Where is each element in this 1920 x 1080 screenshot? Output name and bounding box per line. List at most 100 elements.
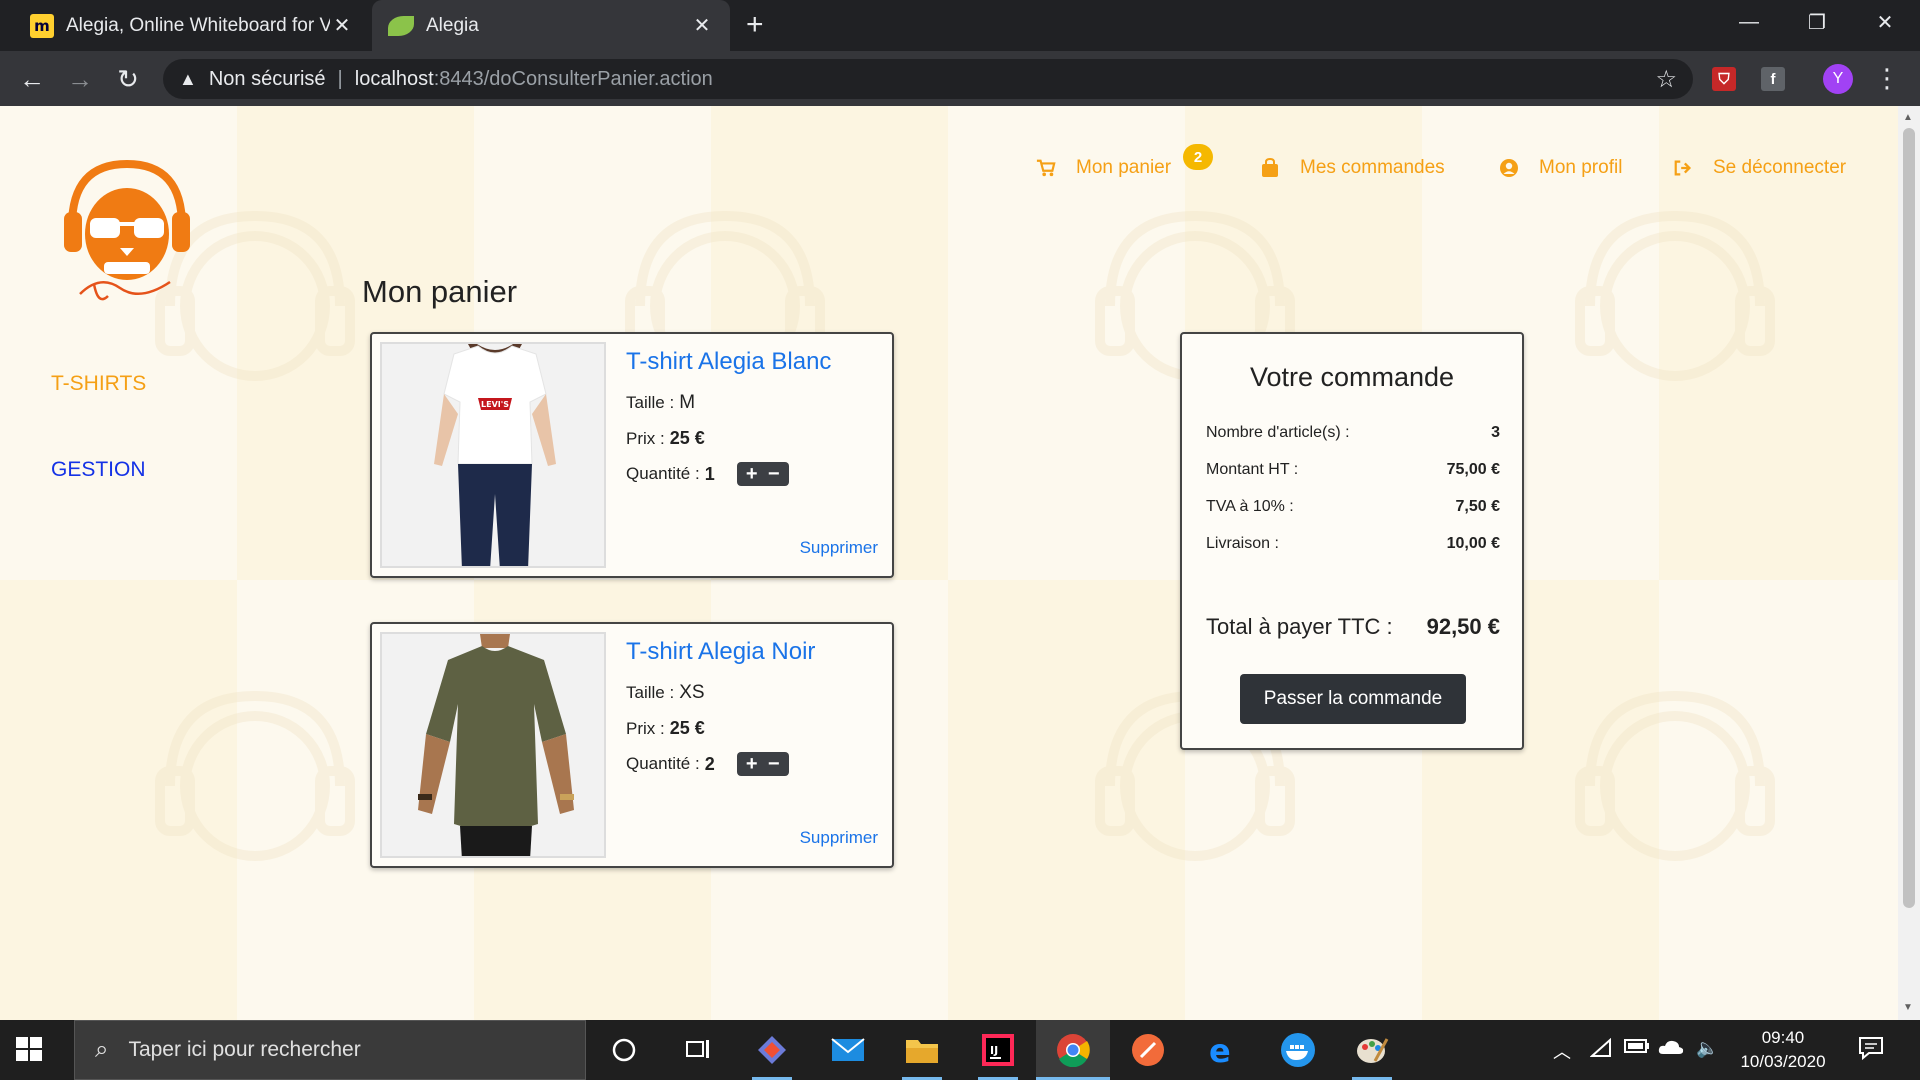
windows-taskbar: ⌕ Taper ici pour rechercher IJ e ︿ 🔈 09:… [0,1020,1920,1080]
mail-icon[interactable] [828,1030,868,1070]
cart-item-card: T-shirt Alegia Noir Taille : XS Prix : 2… [370,622,894,868]
sidebar-item-tshirts[interactable]: T-SHIRTS [51,372,146,396]
summary-line-label: Livraison : [1206,535,1279,552]
paint-icon[interactable] [1352,1030,1392,1070]
reload-icon[interactable]: ↻ [110,61,146,97]
nav-logout-link[interactable]: Se déconnecter [1673,150,1846,186]
sign-out-icon [1673,158,1693,178]
scrollbar-thumb[interactable] [1903,128,1915,908]
notifications-icon[interactable] [1858,1036,1884,1065]
user-circle-icon [1499,158,1519,178]
clock-time: 09:40 [1761,1028,1805,1047]
delete-item-link[interactable]: Supprimer [800,538,878,558]
battery-icon[interactable] [1624,1038,1650,1059]
restore-icon[interactable]: ❐ [1788,0,1846,44]
plus-icon[interactable]: + [741,753,763,775]
tab-title: Alegia, Online Whiteboard for Vis [66,14,330,36]
close-icon[interactable]: ✕ [690,13,714,38]
tray-overflow-icon[interactable]: ︿ [1553,1038,1571,1064]
cart-count-badge: 2 [1183,144,1213,170]
product-name[interactable]: T-shirt Alegia Blanc [626,348,831,376]
search-placeholder: Taper ici pour rechercher [128,1038,361,1061]
profile-avatar[interactable]: Y [1823,64,1853,94]
close-icon[interactable]: ✕ [330,13,354,38]
plus-icon[interactable]: + [741,463,763,485]
page-scrollbar[interactable]: ▲ ▼ [1898,106,1920,1020]
intellij-icon[interactable]: IJ [978,1030,1018,1070]
product-image[interactable] [380,632,606,858]
nav-orders-link[interactable]: Mes commandes [1260,150,1445,186]
tab-title: Alegia [426,14,479,36]
summary-title: Votre commande [1249,362,1455,392]
file-explorer-icon[interactable] [902,1030,942,1070]
tab-miro[interactable]: m Alegia, Online Whiteboard for Vis ✕ [14,0,370,51]
new-tab-icon[interactable]: + [746,9,764,41]
product-price: Prix : 25 € [626,718,705,739]
place-order-button[interactable]: Passer la commande [1240,674,1466,724]
scroll-down-icon[interactable]: ▼ [1903,1002,1913,1013]
quantity-label: Quantité : [626,464,700,483]
price-value: 25 € [669,718,705,738]
volume-icon[interactable]: 🔈 [1696,1038,1718,1059]
skull-watermark-icon [1575,690,1775,861]
edge-icon[interactable]: e [1202,1030,1242,1070]
size-value: M [679,392,696,413]
summary-line: TVA à 10% : 7,50 € [1206,498,1500,516]
category-sidebar: T-SHIRTS GESTION [51,372,146,544]
skull-watermark-icon [1575,210,1775,381]
summary-line-label: Nombre d'article(s) : [1206,424,1350,441]
facebook-extension-icon[interactable]: f [1761,67,1785,91]
nav-cart-link[interactable]: Mon panier [1036,150,1171,186]
postman-icon[interactable] [1128,1030,1168,1070]
size-label: Taille : [626,683,675,702]
price-label: Prix : [626,718,665,738]
product-image[interactable]: LEVI'S [380,342,606,568]
chrome-icon[interactable] [1053,1030,1093,1070]
order-summary-panel: Votre commande Nombre d'article(s) : 3 M… [1180,332,1524,750]
product-quantity: Quantité : 1 + − [626,462,789,486]
back-icon[interactable]: ← [14,61,50,97]
taskbar-clock[interactable]: 09:40 10/03/2020 [1728,1026,1838,1074]
bookmark-star-icon[interactable]: ☆ [1655,65,1677,94]
summary-line-value: 7,50 € [1455,498,1500,515]
wifi-icon[interactable] [1589,1037,1612,1063]
pocket-extension-icon[interactable]: ⛉ [1712,67,1736,91]
cart-icon [1036,158,1056,178]
cart-item-card: LEVI'S T-shirt Alegia Blanc Taille : M P… [370,332,894,578]
total-label: Total à payer TTC : [1206,614,1393,639]
cortana-icon[interactable] [604,1030,644,1070]
clock-date: 10/03/2020 [1740,1052,1826,1071]
gitkraken-icon[interactable] [752,1030,792,1070]
minus-icon[interactable]: − [763,463,785,485]
minus-icon[interactable]: − [763,753,785,775]
summary-line-label: TVA à 10% : [1206,498,1294,515]
sidebar-item-gestion[interactable]: GESTION [51,458,146,482]
browser-menu-icon[interactable]: ⋮ [1874,63,1900,94]
nav-orders-label: Mes commandes [1300,157,1445,178]
summary-line: Nombre d'article(s) : 3 [1206,424,1500,442]
nav-logout-label: Se déconnecter [1713,157,1847,178]
taskbar-search-input[interactable]: ⌕ Taper ici pour rechercher [74,1020,586,1080]
docker-icon[interactable] [1278,1030,1318,1070]
page-title: Mon panier [362,274,518,309]
summary-line-value: 75,00 € [1446,461,1500,478]
onedrive-icon[interactable] [1658,1038,1684,1061]
warning-icon[interactable]: ▲ [179,69,197,90]
url-host: localhost [354,67,434,90]
scroll-up-icon[interactable]: ▲ [1903,112,1913,123]
windows-start-icon[interactable] [14,1034,44,1064]
security-label[interactable]: Non sécurisé [209,68,326,91]
nav-profile-link[interactable]: Mon profil [1499,150,1622,186]
task-view-icon[interactable] [678,1030,718,1070]
address-bar[interactable]: ▲ Non sécurisé | localhost :8443/doConsu… [163,59,1693,99]
size-value: XS [679,682,705,703]
forward-icon[interactable]: → [62,61,98,97]
product-size: Taille : M [626,392,695,414]
minimize-icon[interactable]: — [1720,0,1778,44]
tab-alegia[interactable]: Alegia ✕ [372,0,730,51]
browser-toolbar: ← → ↻ ▲ Non sécurisé | localhost :8443/d… [0,51,1920,106]
total-value: 92,50 € [1426,614,1500,639]
window-close-icon[interactable]: ✕ [1856,0,1914,44]
delete-item-link[interactable]: Supprimer [800,828,878,848]
product-name[interactable]: T-shirt Alegia Noir [626,638,815,666]
